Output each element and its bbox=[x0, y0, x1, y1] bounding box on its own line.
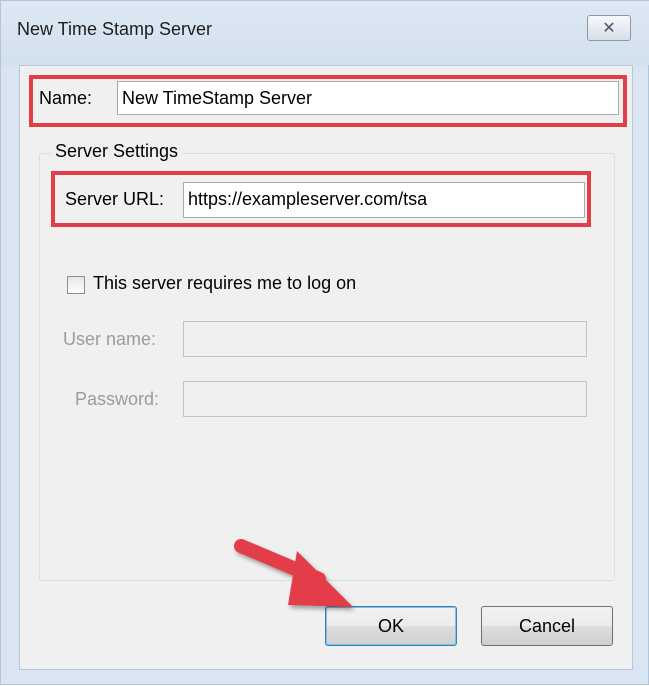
dialog-window: New Time Stamp Server ✕ Name: New TimeSt… bbox=[0, 0, 649, 685]
arrow-annotation bbox=[234, 539, 353, 607]
